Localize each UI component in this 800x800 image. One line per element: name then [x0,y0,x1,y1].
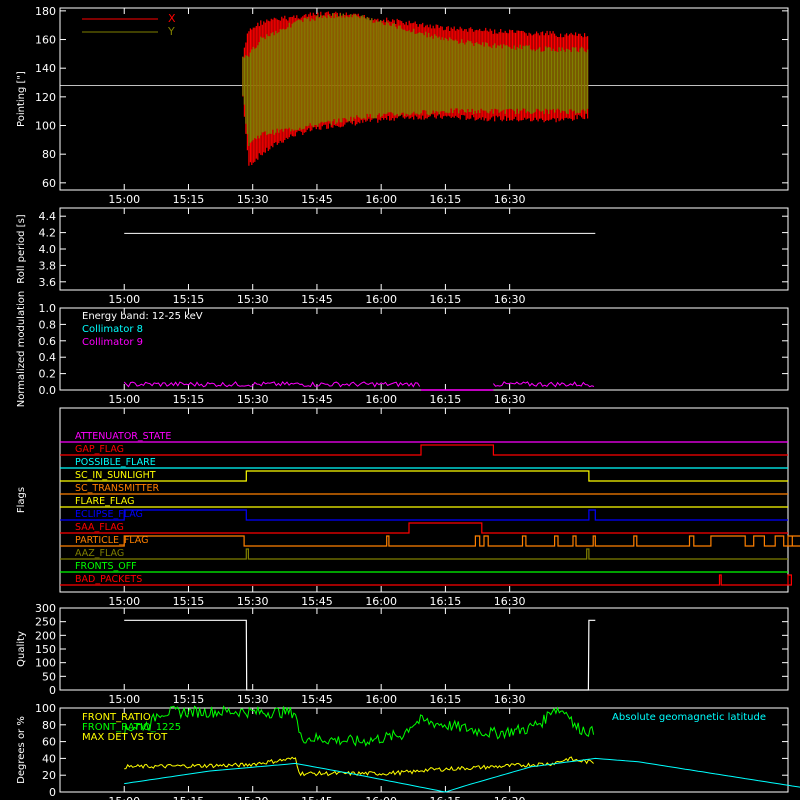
flag-label-bad-packets: BAD_PACKETS [75,574,142,585]
y-axis-label: Degrees or % [16,716,27,784]
y-tick-label: 0.2 [39,368,57,381]
y-tick-label: 160 [35,34,56,47]
legend-label-x: X [168,12,176,25]
x-tick-label: 15:15 [173,595,205,608]
y-tick-label: 100 [35,120,56,133]
x-tick-label: 15:15 [173,693,205,706]
flag-label-flare-flag: FLARE_FLAG [75,496,135,507]
y-tick-label: 80 [42,148,56,161]
flag-label-sc-in-sunlight: SC_IN_SUNLIGHT [75,470,156,481]
x-tick-label: 16:00 [365,193,397,206]
x-tick-label: 15:45 [301,193,333,206]
flag-label-fronts-off: FRONTS_OFF [75,561,137,572]
legend-label: Collimator 8 [82,324,143,335]
y-tick-label: 250 [35,616,56,629]
y-tick-label: 0.8 [39,318,57,331]
legend-label: Collimator 9 [82,337,143,348]
y-tick-label: 60 [42,736,56,749]
y-axis-label: Normalized modulation [16,291,27,408]
y-axis-label: Pointing ["] [16,71,27,127]
x-tick-label: 16:15 [430,293,462,306]
y-tick-label: 120 [35,91,56,104]
y-tick-label: 60 [42,177,56,190]
y-tick-label: 0 [49,684,56,697]
flag-label-sc-transmitter: SC_TRANSMITTER [75,483,160,494]
x-tick-label: 15:00 [108,193,140,206]
x-tick-label: 15:15 [173,293,205,306]
y-tick-label: 3.6 [39,276,57,289]
x-tick-label: 15:45 [301,795,333,800]
y-tick-label: 80 [42,719,56,732]
y-tick-label: 0.0 [39,384,57,397]
y-axis-label: Flags [16,487,27,513]
x-tick-label: 16:00 [365,795,397,800]
x-tick-label: 15:00 [108,393,140,406]
y-tick-label: 200 [35,629,56,642]
legend-label-y: Y [167,25,175,38]
legend-label: MAX DET VS TOT [82,732,168,743]
x-tick-label: 15:45 [301,293,333,306]
flag-label-eclipse-flag: ECLIPSE_FLAG [75,509,143,520]
y-tick-label: 4.0 [39,243,57,256]
x-tick-label: 15:15 [173,795,205,800]
x-tick-label: 15:00 [108,595,140,608]
x-tick-label: 15:30 [237,393,269,406]
x-tick-label: 16:15 [430,193,462,206]
x-tick-label: 16:00 [365,595,397,608]
x-tick-label: 16:30 [494,293,526,306]
flag-label-attenuator-state: ATTENUATOR_STATE [75,431,171,442]
x-tick-label: 16:15 [430,595,462,608]
legend-label: Absolute geomagnetic latitude [612,712,766,723]
x-tick-label: 16:00 [365,393,397,406]
y-tick-label: 50 [42,670,56,683]
y-axis-label: Roll period [s] [16,214,27,283]
y-tick-label: 140 [35,62,56,75]
x-tick-label: 15:15 [173,193,205,206]
x-tick-label: 16:15 [430,795,462,800]
x-tick-label: 16:00 [365,293,397,306]
x-tick-label: 15:45 [301,693,333,706]
x-tick-label: 15:15 [173,393,205,406]
x-tick-label: 16:30 [494,693,526,706]
y-tick-label: 0.4 [39,351,57,364]
x-tick-label: 15:30 [237,795,269,800]
y-tick-label: 40 [42,752,56,765]
x-tick-label: 15:00 [108,693,140,706]
x-tick-label: 15:00 [108,795,140,800]
x-tick-label: 15:00 [108,293,140,306]
x-tick-label: 16:30 [494,595,526,608]
x-tick-label: 15:45 [301,595,333,608]
x-tick-label: 16:30 [494,795,526,800]
y-tick-label: 1.0 [39,302,57,315]
x-tick-label: 16:30 [494,393,526,406]
flag-label-particle-flag: PARTICLE_FLAG [75,535,148,546]
x-tick-label: 15:30 [237,293,269,306]
y-tick-label: 20 [42,769,56,782]
y-tick-label: 100 [35,702,56,715]
y-tick-label: 3.8 [39,259,57,272]
y-axis-label: Quality [16,631,27,667]
x-tick-label: 15:30 [237,193,269,206]
y-tick-label: 4.4 [39,210,57,223]
x-tick-label: 15:45 [301,393,333,406]
x-tick-label: 16:15 [430,393,462,406]
pointing-diagnostic-figure: 15:00 15:15 15:30 15:45 16:00 16:15 16:30 Point… [0,0,800,800]
x-tick-label: 16:15 [430,693,462,706]
x-tick-label: 16:30 [494,193,526,206]
flag-label-aaz-flag: AAZ_FLAG [75,548,124,559]
x-tick-label: 15:30 [237,595,269,608]
y-tick-label: 0 [49,786,56,799]
y-tick-label: 150 [35,643,56,656]
y-tick-label: 300 [35,602,56,615]
x-tick-label: 16:00 [365,693,397,706]
legend-label: Energy band: 12-25 keV [82,311,203,322]
x-tick-label: 15:30 [237,693,269,706]
y-tick-label: 100 [35,657,56,670]
y-tick-label: 4.2 [39,227,57,240]
y-tick-label: 0.6 [39,335,57,348]
flag-label-saa-flag: SAA_FLAG [75,522,124,533]
flag-label-gap-flag: GAP_FLAG [75,444,124,455]
y-tick-label: 180 [35,5,56,18]
flag-label-possible-flare: POSSIBLE_FLARE [75,457,156,468]
